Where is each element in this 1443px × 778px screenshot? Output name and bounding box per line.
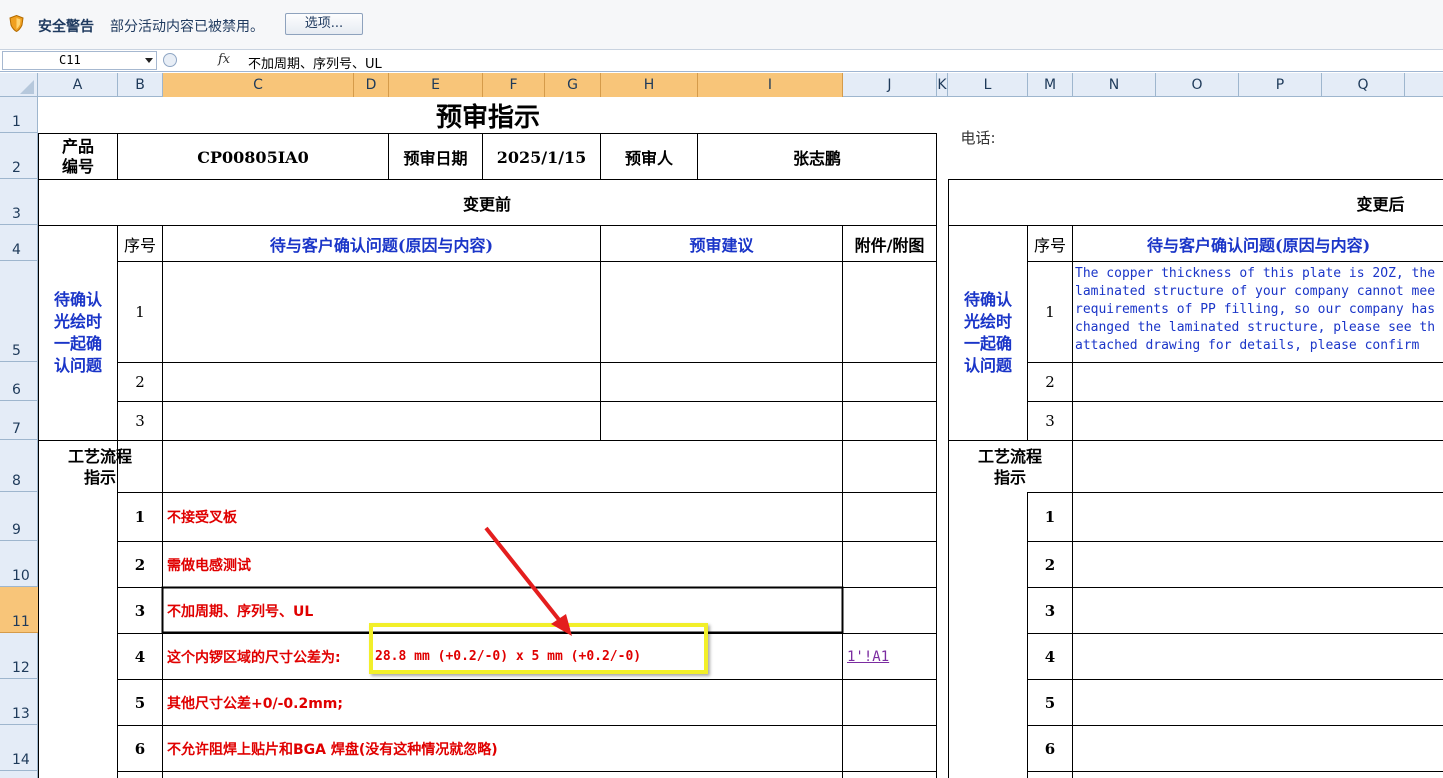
process-item[interactable]: 这个内锣区域的尺寸公差为: <box>163 634 373 679</box>
process-label[interactable]: 工艺流程 指示 <box>38 441 162 492</box>
row-header-8[interactable]: 8 <box>0 440 38 492</box>
seq-header[interactable]: 序号 <box>118 226 162 261</box>
red-arrow-annotation <box>484 526 572 636</box>
column-header-m[interactable]: M <box>1028 73 1073 97</box>
formula-circle-icon <box>163 53 177 67</box>
question-number[interactable]: 2 <box>118 363 162 401</box>
question-header-after[interactable]: 待与客户确认问题(原因与内容) <box>1073 226 1443 261</box>
process-number[interactable]: 1 <box>118 493 162 541</box>
worksheet-grid[interactable]: 预审指示 电话: 产品 编号 CP00805IA0 预审日期 2025/1/15… <box>38 97 1443 778</box>
row-header-1[interactable]: 1 <box>0 97 38 133</box>
security-warning-title: 安全警告 <box>38 19 94 35</box>
process-label-after[interactable]: 工艺流程 指示 <box>948 441 1072 492</box>
process-number-after[interactable]: 1 <box>1028 493 1072 541</box>
review-date-label[interactable]: 预审日期 <box>389 135 482 179</box>
formula-bar: C11 fx 不加周期、序列号、UL <box>0 50 1443 72</box>
confirm-label-after[interactable]: 待确认 光绘时 一起确 认问题 <box>948 226 1028 440</box>
english-note[interactable]: The copper thickness of this plate is 2O… <box>1075 265 1443 360</box>
column-header-f[interactable]: F <box>483 73 545 97</box>
attachment-link[interactable]: 1'!A1 <box>843 634 936 679</box>
formula-input[interactable]: 不加周期、序列号、UL <box>248 53 382 72</box>
column-header-h[interactable]: H <box>601 73 698 97</box>
english-note-line: changed the laminated structure, please … <box>1075 320 1436 335</box>
process-number[interactable]: 5 <box>118 680 162 725</box>
select-all-corner[interactable] <box>0 73 38 97</box>
question-number-after[interactable]: 1 <box>1028 262 1072 362</box>
process-number[interactable]: 4 <box>118 634 162 679</box>
row-header-4[interactable]: 4 <box>0 225 38 261</box>
column-header-l[interactable]: L <box>948 73 1028 97</box>
column-header-q[interactable]: Q <box>1322 73 1405 97</box>
english-note-line: The copper thickness of this plate is 2O… <box>1075 266 1436 281</box>
security-warning-message: 部分活动内容已被禁用。 <box>110 19 264 35</box>
name-box[interactable]: C11 <box>2 51 157 70</box>
process-number-after[interactable]: 5 <box>1028 680 1072 725</box>
english-note-line: attached drawing for details, please con… <box>1075 338 1420 353</box>
options-button[interactable]: 选项... <box>285 13 363 35</box>
product-label[interactable]: 产品 编号 <box>38 135 118 179</box>
question-number[interactable]: 1 <box>118 262 162 362</box>
column-header-n[interactable]: N <box>1073 73 1156 97</box>
process-item[interactable]: 其他尺寸公差+0/-0.2mm; <box>163 680 841 725</box>
row-header-3[interactable]: 3 <box>0 179 38 225</box>
reviewer-label[interactable]: 预审人 <box>601 135 697 179</box>
phone-label[interactable]: 电话: <box>948 125 1008 149</box>
row-header-10[interactable]: 10 <box>0 541 38 587</box>
column-header-p[interactable]: P <box>1239 73 1322 97</box>
attachment-header[interactable]: 附件/附图 <box>843 226 936 261</box>
row-header-6[interactable]: 6 <box>0 362 38 401</box>
column-header-c[interactable]: C <box>163 73 354 97</box>
column-header-b[interactable]: B <box>118 73 163 97</box>
review-date[interactable]: 2025/1/15 <box>483 135 600 179</box>
before-change-header[interactable]: 变更前 <box>38 180 936 225</box>
confirm-label[interactable]: 待确认 光绘时 一起确 认问题 <box>38 226 118 440</box>
row-header-9[interactable]: 9 <box>0 492 38 541</box>
suggestion-header[interactable]: 预审建议 <box>601 226 842 261</box>
column-header-k[interactable]: K <box>937 73 948 97</box>
column-headers: A B C D E F G H I J K L M N O P Q <box>0 73 1443 97</box>
row-header-7[interactable]: 7 <box>0 401 38 440</box>
security-warning-bar: 安全警告 部分活动内容已被禁用。 选项... <box>0 0 1443 50</box>
column-header-i[interactable]: I <box>698 73 843 97</box>
name-box-value: C11 <box>59 53 81 67</box>
shield-icon <box>9 15 24 32</box>
row-header-13[interactable]: 13 <box>0 679 38 725</box>
column-header-a[interactable]: A <box>38 73 118 97</box>
product-number[interactable]: CP00805IA0 <box>118 135 388 179</box>
question-number-after[interactable]: 2 <box>1028 363 1072 401</box>
column-header-o[interactable]: O <box>1156 73 1239 97</box>
column-header-e[interactable]: E <box>389 73 483 97</box>
process-number-after[interactable]: 3 <box>1028 588 1072 633</box>
process-number-after[interactable]: 6 <box>1028 726 1072 771</box>
process-number[interactable]: 2 <box>118 542 162 587</box>
question-header[interactable]: 待与客户确认问题(原因与内容) <box>163 226 600 261</box>
column-header-j[interactable]: J <box>843 73 937 97</box>
row-headers: 1 2 3 4 5 6 7 8 9 10 11 12 13 14 <box>0 97 38 778</box>
process-number[interactable]: 3 <box>118 588 162 633</box>
process-number[interactable]: 6 <box>118 726 162 771</box>
row-header-12[interactable]: 12 <box>0 633 38 679</box>
column-header-g[interactable]: G <box>545 73 601 97</box>
sheet-title[interactable]: 预审指示 <box>338 97 638 133</box>
reviewer-name[interactable]: 张志鹏 <box>698 135 936 179</box>
column-header-d[interactable]: D <box>354 73 389 97</box>
row-header-2[interactable]: 2 <box>0 133 38 179</box>
question-number[interactable]: 3 <box>118 402 162 440</box>
seq-header-after[interactable]: 序号 <box>1028 226 1072 261</box>
row-header-5[interactable]: 5 <box>0 261 38 362</box>
after-change-header[interactable]: 变更后 <box>1318 180 1443 225</box>
chevron-down-icon[interactable] <box>145 58 153 63</box>
process-item[interactable]: 不允许阻焊上贴片和BGA 焊盘(没有这种情况就忽略) <box>163 726 841 771</box>
process-number-after[interactable]: 2 <box>1028 542 1072 587</box>
process-number-after[interactable]: 4 <box>1028 634 1072 679</box>
row-header-14[interactable]: 14 <box>0 725 38 771</box>
insert-function-icon[interactable]: fx <box>218 52 230 67</box>
row-header-11[interactable]: 11 <box>0 587 38 633</box>
question-number-after[interactable]: 3 <box>1028 402 1072 440</box>
english-note-line: laminated structure of your company cann… <box>1075 284 1436 299</box>
english-note-line: requirements of PP filling, so our compa… <box>1075 302 1436 317</box>
